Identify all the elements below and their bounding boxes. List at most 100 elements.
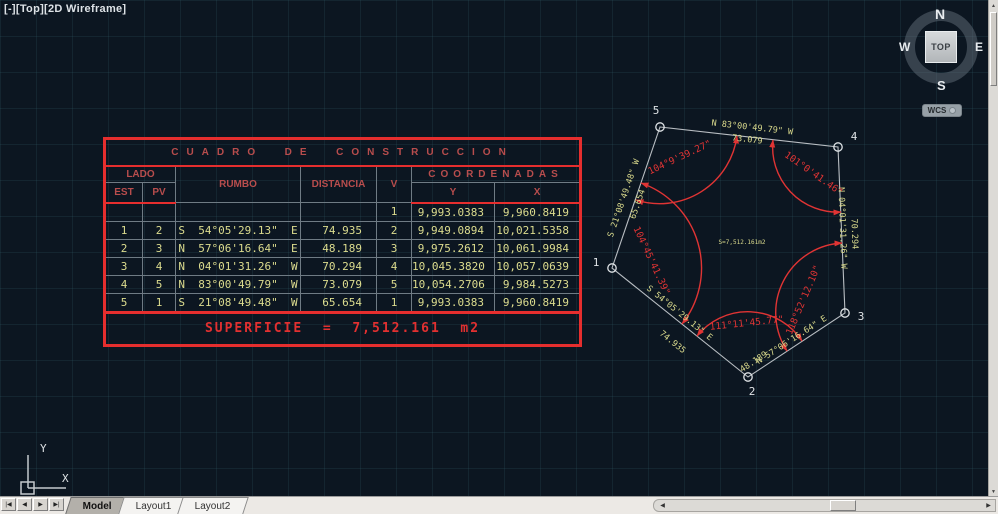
cell-rumbo: N 83°00'49.79" W bbox=[176, 275, 301, 293]
vertical-scroll-thumb[interactable] bbox=[990, 12, 997, 86]
header-pv: PV bbox=[143, 182, 176, 203]
horizontal-scroll-thumb[interactable] bbox=[830, 500, 856, 511]
cell-est: 2 bbox=[105, 239, 143, 257]
ucs-icon: Y X bbox=[8, 438, 98, 498]
cell-v: 4 bbox=[377, 257, 412, 275]
viewcube-top-face[interactable]: TOP bbox=[925, 31, 957, 63]
table-row: 51S 21°08'49.48" W65.65419,993.03839,960… bbox=[105, 293, 581, 312]
cell-pv bbox=[143, 203, 176, 222]
header-y: Y bbox=[412, 182, 495, 203]
tab-nav-prev-button[interactable]: ◀ bbox=[17, 498, 32, 511]
cell-v: 3 bbox=[377, 239, 412, 257]
angle-label[interactable]: 104°9'39.27" bbox=[647, 138, 714, 177]
cell-rumbo: N 57°06'16.64" E bbox=[176, 239, 301, 257]
scroll-left-arrow-icon[interactable]: ◀ bbox=[657, 501, 668, 510]
viewcube-south[interactable]: S bbox=[937, 78, 946, 93]
scroll-up-arrow-icon[interactable]: ▲ bbox=[989, 1, 998, 10]
tab-nav-next-button[interactable]: ▶ bbox=[33, 498, 48, 511]
cell-v: 5 bbox=[377, 275, 412, 293]
cell-rumbo: N 04°01'31.26" W bbox=[176, 257, 301, 275]
cell-x: 9,960.8419 bbox=[495, 293, 581, 312]
superficie-row: SUPERFICIE = 7,512.161 m2 bbox=[105, 312, 581, 345]
cell-y: 9,949.0894 bbox=[412, 221, 495, 239]
tab-nav-last-button[interactable]: ▶| bbox=[49, 498, 64, 511]
header-rumbo: RUMBO bbox=[176, 166, 301, 203]
vertex-number: 5 bbox=[653, 104, 660, 117]
cell-v: 2 bbox=[377, 221, 412, 239]
edge-label[interactable]: 65.654 bbox=[628, 188, 647, 220]
header-est: EST bbox=[105, 182, 143, 203]
horizontal-scrollbar[interactable]: ◀ ▶ bbox=[653, 499, 996, 512]
header-distancia: DISTANCIA bbox=[301, 166, 377, 203]
layout-tab-bar: |◀ ◀ ▶ ▶| Model Layout1 Layout2 ◀ ▶ bbox=[0, 496, 998, 514]
cell-rumbo: S 21°08'49.48" W bbox=[176, 293, 301, 312]
scroll-right-arrow-icon[interactable]: ▶ bbox=[983, 501, 994, 510]
vertex-number: 3 bbox=[858, 310, 865, 323]
cell-y: 10,045.3820 bbox=[412, 257, 495, 275]
table-title: CUADRO DE CONSTRUCCION bbox=[105, 139, 581, 167]
edge-label[interactable]: 74.935 bbox=[657, 329, 687, 356]
header-lado: LADO bbox=[105, 166, 176, 182]
cell-pv: 4 bbox=[143, 257, 176, 275]
header-x: X bbox=[495, 182, 581, 203]
cell-est: 3 bbox=[105, 257, 143, 275]
angle-label[interactable]: 101°0'41.46" bbox=[782, 150, 845, 198]
cell-distancia: 73.079 bbox=[301, 275, 377, 293]
area-label[interactable]: S=7,512.161m2 bbox=[719, 239, 766, 246]
cell-pv: 2 bbox=[143, 221, 176, 239]
table-body: 19,993.03839,960.841912S 54°05'29.13" E7… bbox=[105, 203, 581, 313]
header-coordenadas: COORDENADAS bbox=[412, 166, 581, 182]
cell-est: 1 bbox=[105, 221, 143, 239]
cell-pv: 1 bbox=[143, 293, 176, 312]
table-row: 34N 04°01'31.26" W70.294410,045.382010,0… bbox=[105, 257, 581, 275]
cell-y: 9,975.2612 bbox=[412, 239, 495, 257]
cell-rumbo: S 54°05'29.13" E bbox=[176, 221, 301, 239]
cell-distancia: 48.189 bbox=[301, 239, 377, 257]
viewcube-north[interactable]: N bbox=[935, 6, 945, 22]
table-row: 23N 57°06'16.64" E48.18939,975.261210,06… bbox=[105, 239, 581, 257]
cell-x: 9,960.8419 bbox=[495, 203, 581, 222]
cell-est: 5 bbox=[105, 293, 143, 312]
edge-label[interactable]: S 54°05'29.13" E bbox=[644, 284, 714, 343]
vertex-number: 1 bbox=[593, 256, 600, 269]
cell-distancia: 74.935 bbox=[301, 221, 377, 239]
scroll-down-arrow-icon[interactable]: ▼ bbox=[989, 487, 998, 496]
vertical-scrollbar[interactable]: ▲ ▼ bbox=[988, 0, 998, 497]
viewcube[interactable]: N S W E TOP WCS bbox=[893, 0, 993, 120]
vertex-number: 4 bbox=[851, 130, 858, 143]
construction-table[interactable]: CUADRO DE CONSTRUCCION LADO RUMBO DISTAN… bbox=[103, 137, 582, 347]
cell-pv: 5 bbox=[143, 275, 176, 293]
cell-v: 1 bbox=[377, 203, 412, 222]
tab-layout2[interactable]: Layout2 bbox=[178, 497, 249, 514]
table-row: 12S 54°05'29.13" E74.93529,949.089410,02… bbox=[105, 221, 581, 239]
table-row: 45N 83°00'49.79" W73.079510,054.27069,98… bbox=[105, 275, 581, 293]
viewcube-west[interactable]: W bbox=[899, 40, 910, 54]
cell-pv: 3 bbox=[143, 239, 176, 257]
cell-est: 4 bbox=[105, 275, 143, 293]
edge-label[interactable]: 70.294 bbox=[848, 218, 859, 249]
cell-x: 10,061.9984 bbox=[495, 239, 581, 257]
header-v: V bbox=[377, 166, 412, 203]
edge-label[interactable]: 73.079 bbox=[731, 133, 763, 146]
cell-distancia: 70.294 bbox=[301, 257, 377, 275]
viewport-controls[interactable]: [-][Top][2D Wireframe] bbox=[4, 3, 126, 15]
ucs-x-label: X bbox=[62, 472, 69, 485]
wcs-label: WCS bbox=[928, 106, 947, 115]
cell-distancia: 65.654 bbox=[301, 293, 377, 312]
angle-arc[interactable] bbox=[773, 140, 841, 212]
cell-y: 9,993.0383 bbox=[412, 293, 495, 312]
cell-x: 10,021.5358 bbox=[495, 221, 581, 239]
edge-label[interactable]: N 04°01'31.26" W bbox=[836, 187, 849, 270]
ucs-y-label: Y bbox=[40, 442, 47, 455]
wcs-dropdown[interactable]: WCS bbox=[922, 104, 962, 117]
viewcube-east[interactable]: E bbox=[975, 40, 983, 54]
cell-x: 9,984.5273 bbox=[495, 275, 581, 293]
cell-y: 9,993.0383 bbox=[412, 203, 495, 222]
table-row: 19,993.03839,960.8419 bbox=[105, 203, 581, 222]
cell-y: 10,054.2706 bbox=[412, 275, 495, 293]
cell-v: 1 bbox=[377, 293, 412, 312]
cell-rumbo bbox=[176, 203, 301, 222]
tab-nav-first-button[interactable]: |◀ bbox=[1, 498, 16, 511]
cell-est bbox=[105, 203, 143, 222]
cell-x: 10,057.0639 bbox=[495, 257, 581, 275]
